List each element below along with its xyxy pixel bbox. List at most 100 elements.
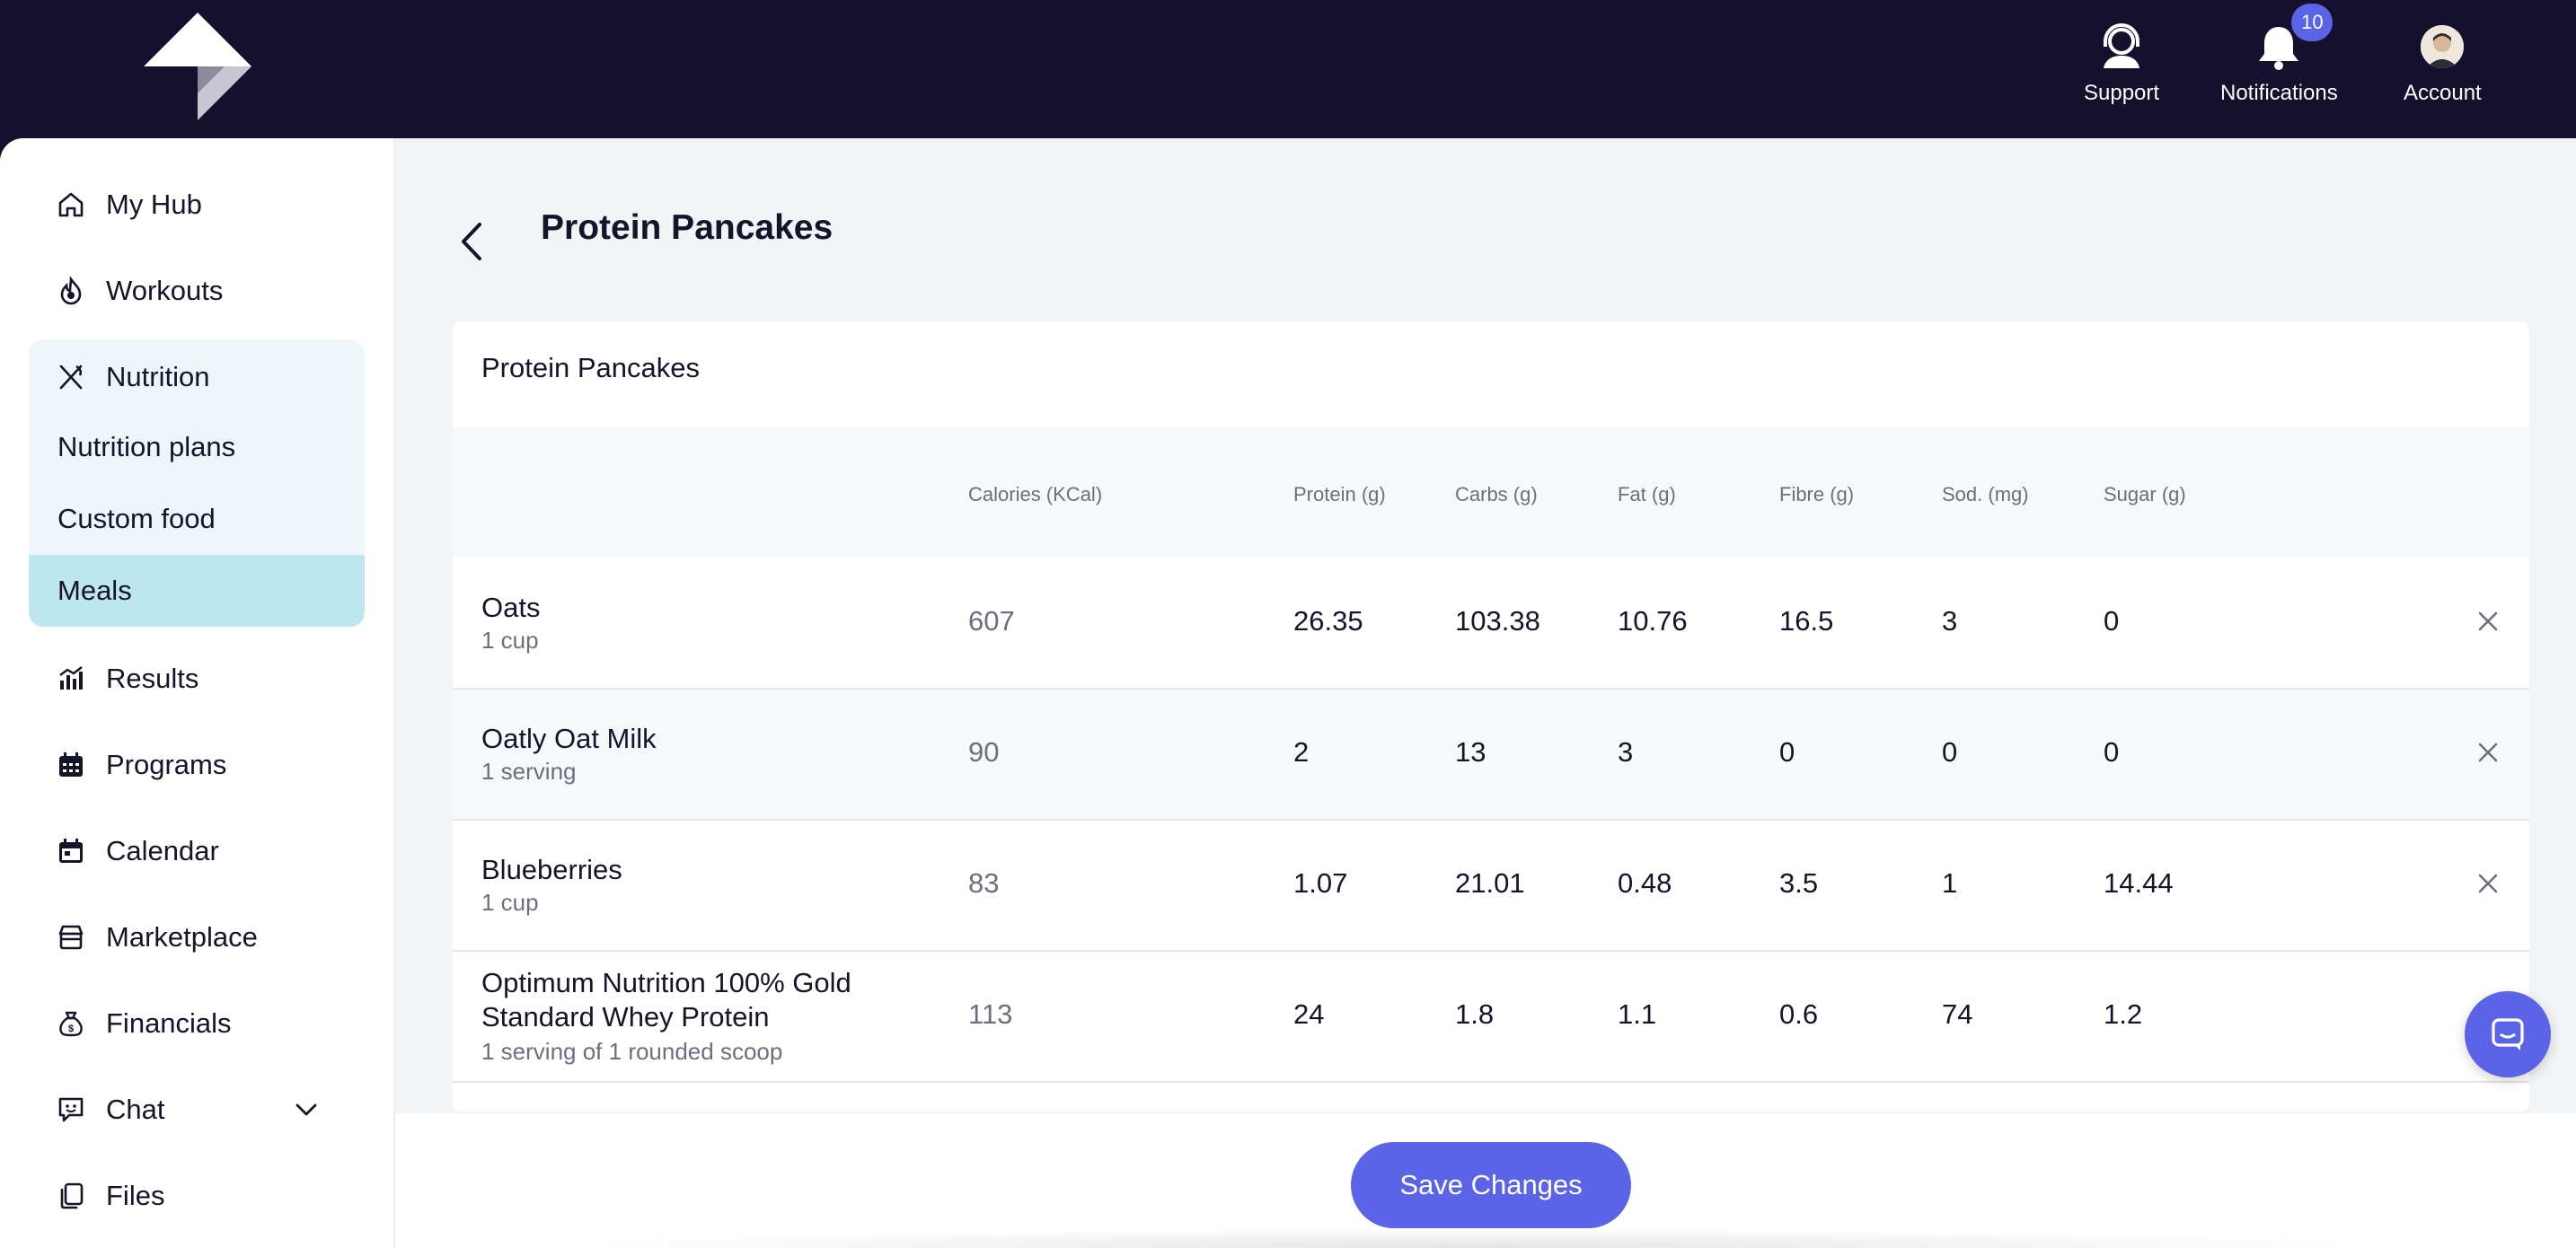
svg-text:$: $ — [68, 1024, 74, 1034]
app-shell: My Hub Workouts Nutrition Nutrition plan… — [0, 138, 2576, 1248]
back-button[interactable] — [454, 210, 490, 273]
avatar — [2421, 25, 2465, 68]
account-label: Account — [2404, 81, 2482, 105]
column-header-sugar: Sugar (g) — [2104, 483, 2186, 505]
column-header-carbs: Carbs (g) — [1455, 483, 1538, 505]
cell-carbs: 13 — [1455, 736, 1486, 768]
sidebar-sub-meals[interactable]: Meals — [29, 555, 365, 627]
cell-protein: 2 — [1293, 736, 1310, 768]
sidebar-sub-custom-food[interactable]: Custom food — [29, 483, 365, 555]
save-changes-button[interactable]: Save Changes — [1351, 1142, 1631, 1228]
cell-sugar: 0 — [2104, 736, 2120, 768]
food-serving: 1 cup — [481, 627, 539, 654]
calendar-icon — [56, 836, 86, 866]
sidebar-item-nutrition[interactable]: Nutrition — [56, 354, 209, 400]
money-bag-icon: $ — [56, 1008, 86, 1039]
cell-calories: 607 — [968, 605, 1015, 637]
column-header-calories: Calories (KCal) — [968, 483, 1103, 505]
column-header-protein: Protein (g) — [1293, 483, 1386, 505]
cell-sugar: 14.44 — [2104, 867, 2174, 899]
cell-sugar: 0 — [2104, 605, 2120, 637]
column-header-sodium: Sod. (mg) — [1942, 483, 2029, 505]
cell-fibre: 0 — [1779, 736, 1795, 768]
account-button[interactable]: Account — [2404, 22, 2482, 106]
close-icon[interactable] — [2470, 866, 2506, 901]
sidebar-item-files[interactable]: Files — [56, 1173, 164, 1219]
sidebar-item-label: Files — [106, 1180, 165, 1211]
food-serving: 1 serving — [481, 758, 577, 785]
cell-protein: 26.35 — [1293, 605, 1363, 637]
close-icon[interactable] — [2470, 603, 2506, 639]
cell-fat: 3 — [1618, 736, 1634, 768]
sidebar-item-results[interactable]: Results — [56, 655, 198, 702]
table-row: Optimum Nutrition 100% Gold Standard Whe… — [453, 952, 2529, 1083]
message-icon — [2492, 1018, 2524, 1050]
column-header-fat: Fat (g) — [1618, 483, 1676, 505]
sidebar-item-label: Workouts — [106, 275, 224, 306]
cell-fibre: 3.5 — [1779, 867, 1819, 899]
cell-sodium: 74 — [1942, 998, 1973, 1030]
sidebar-item-label: Calendar — [106, 835, 219, 866]
food-serving: 1 serving of 1 rounded scoop — [481, 1038, 783, 1065]
cell-fat: 1.1 — [1618, 998, 1657, 1030]
sidebar-item-label: Marketplace — [106, 921, 258, 953]
cell-calories: 90 — [968, 736, 1000, 768]
cell-carbs: 21.01 — [1455, 867, 1525, 899]
sidebar-item-label: Financials — [106, 1007, 232, 1039]
sidebar-item-marketplace[interactable]: Marketplace — [56, 914, 258, 961]
chat-launcher-button[interactable] — [2465, 991, 2551, 1077]
cell-fat: 10.76 — [1618, 605, 1688, 637]
close-icon[interactable] — [2470, 734, 2506, 770]
cell-protein: 1.07 — [1293, 867, 1348, 899]
bell-icon: 10 — [2257, 4, 2333, 72]
sidebar-item-label: Results — [106, 663, 199, 694]
notifications-badge: 10 — [2291, 4, 2333, 41]
cell-sugar: 1.2 — [2104, 998, 2143, 1030]
table-row: Oatly Oat Milk 1 serving 90 2 13 3 0 0 0 — [453, 690, 2529, 821]
sidebar-item-calendar[interactable]: Calendar — [56, 828, 219, 874]
sidebar: My Hub Workouts Nutrition Nutrition plan… — [0, 138, 395, 1248]
footer-shadow — [575, 1228, 2371, 1248]
sidebar-item-financials[interactable]: $ Financials — [56, 1000, 232, 1047]
support-button[interactable]: Support — [2084, 22, 2159, 106]
files-icon — [56, 1181, 86, 1211]
food-serving: 1 cup — [481, 889, 539, 916]
notifications-label: Notifications — [2220, 81, 2338, 105]
table-row: Oats 1 cup 607 26.35 103.38 10.76 16.5 3… — [453, 558, 2529, 690]
store-icon — [56, 922, 86, 953]
meal-card: Protein Pancakes Calories (KCal) Protein… — [453, 321, 2529, 1112]
support-label: Support — [2084, 81, 2160, 105]
page-title: Protein Pancakes — [541, 208, 834, 247]
top-bar: Support 10 Notifications Account — [0, 0, 2576, 138]
cell-fibre: 16.5 — [1779, 605, 1834, 637]
sidebar-item-programs[interactable]: Programs — [56, 742, 226, 788]
account-avatar-wrap — [2421, 22, 2465, 72]
sidebar-item-workouts[interactable]: Workouts — [56, 268, 223, 314]
cell-fat: 0.48 — [1618, 867, 1672, 899]
meal-card-title: Protein Pancakes — [481, 352, 700, 383]
cell-sodium: 0 — [1942, 736, 1958, 768]
cell-carbs: 103.38 — [1455, 605, 1540, 637]
chevron-down-icon[interactable] — [293, 1086, 320, 1133]
sidebar-item-label: Programs — [106, 749, 227, 780]
table-header: Calories (KCal) Protein (g) Carbs (g) Fa… — [453, 427, 2529, 557]
table-row: Blueberries 1 cup 83 1.07 21.01 0.48 3.5… — [453, 821, 2529, 952]
home-icon — [56, 189, 86, 220]
cell-sodium: 1 — [1942, 867, 1958, 899]
sidebar-item-my-hub[interactable]: My Hub — [56, 181, 202, 228]
cell-protein: 24 — [1293, 998, 1325, 1030]
utensils-icon — [56, 362, 86, 392]
cell-calories: 113 — [968, 998, 1013, 1030]
sidebar-sub-nutrition-plans[interactable]: Nutrition plans — [29, 411, 365, 483]
food-name: Blueberries — [481, 854, 622, 885]
chat-icon — [56, 1094, 86, 1125]
calendar-grid-icon — [56, 750, 86, 780]
brand-logo[interactable] — [144, 13, 253, 120]
food-name: Oats — [481, 592, 541, 623]
chevron-left-icon — [462, 223, 481, 260]
column-header-fibre: Fibre (g) — [1779, 483, 1855, 505]
cell-carbs: 1.8 — [1455, 998, 1495, 1030]
notifications-button[interactable]: 10 Notifications — [2220, 4, 2338, 106]
headset-icon — [2098, 22, 2145, 72]
cell-fibre: 0.6 — [1779, 998, 1819, 1030]
